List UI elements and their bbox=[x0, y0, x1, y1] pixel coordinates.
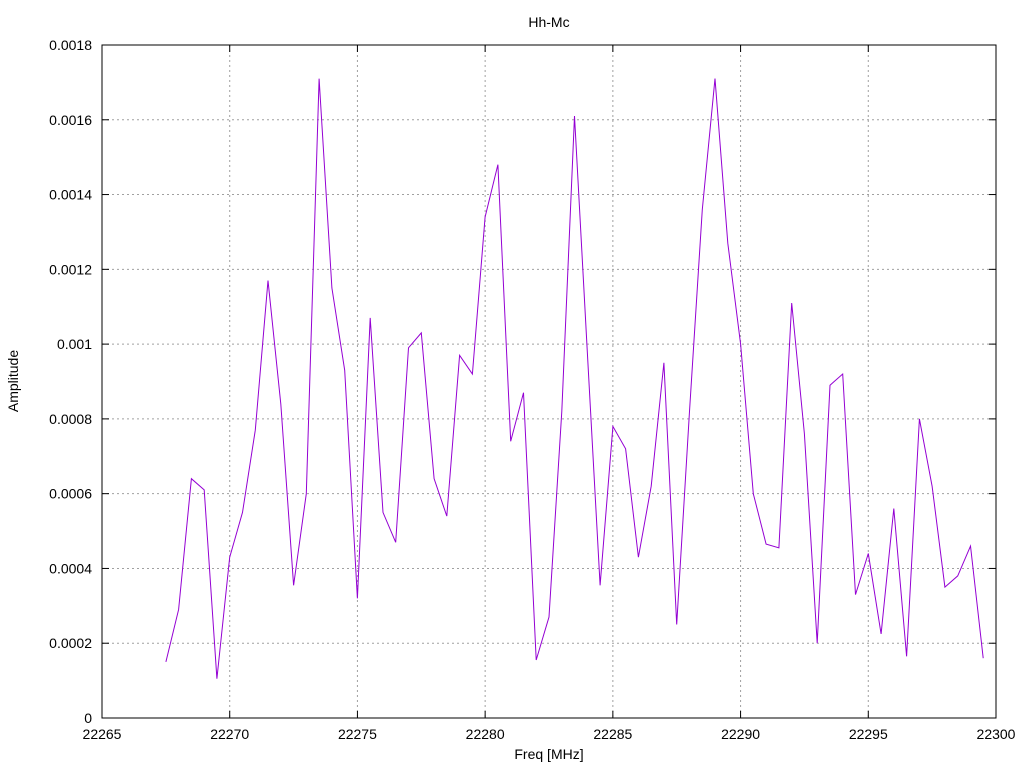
y-tick-label: 0.0006 bbox=[49, 486, 92, 502]
y-axis-title: Amplitude bbox=[5, 350, 21, 412]
y-tick-label: 0.0014 bbox=[49, 187, 92, 203]
x-tick-label: 22290 bbox=[721, 726, 760, 742]
x-tick-label: 22280 bbox=[466, 726, 505, 742]
y-tick-label: 0 bbox=[84, 710, 92, 726]
y-tick-label: 0.0002 bbox=[49, 635, 92, 651]
y-tick-label: 0.0016 bbox=[49, 112, 92, 128]
y-tick-label: 0.0018 bbox=[49, 37, 92, 53]
line-chart: 22265 22270 22275 22280 22285 22290 22295 22300… bbox=[5, 14, 1016, 762]
x-tick-labels: 22265 22270 22275 22280 22285 22290 22295 22300 bbox=[83, 726, 1016, 742]
y-tick-label: 0.0012 bbox=[49, 261, 92, 277]
x-tick-label: 22270 bbox=[210, 726, 249, 742]
y-tick-labels: 0 0.0002 0.0004 0.0006 0.0008 0.001 0.0012 0.00… bbox=[49, 37, 92, 726]
x-tick-label: 22295 bbox=[849, 726, 888, 742]
y-tick-label: 0.0008 bbox=[49, 411, 92, 427]
y-tick-label: 0.0004 bbox=[49, 560, 92, 576]
chart-title: Hh-Mc bbox=[528, 14, 569, 30]
x-tick-label: 22275 bbox=[338, 726, 377, 742]
x-tick-label: 22265 bbox=[83, 726, 122, 742]
series-line bbox=[165, 78, 984, 679]
y-tick-label: 0.001 bbox=[57, 336, 92, 352]
x-axis-title: Freq [MHz] bbox=[514, 746, 583, 762]
x-tick-label: 22285 bbox=[593, 726, 632, 742]
x-tick-label: 22300 bbox=[977, 726, 1016, 742]
series-layer bbox=[165, 78, 984, 679]
